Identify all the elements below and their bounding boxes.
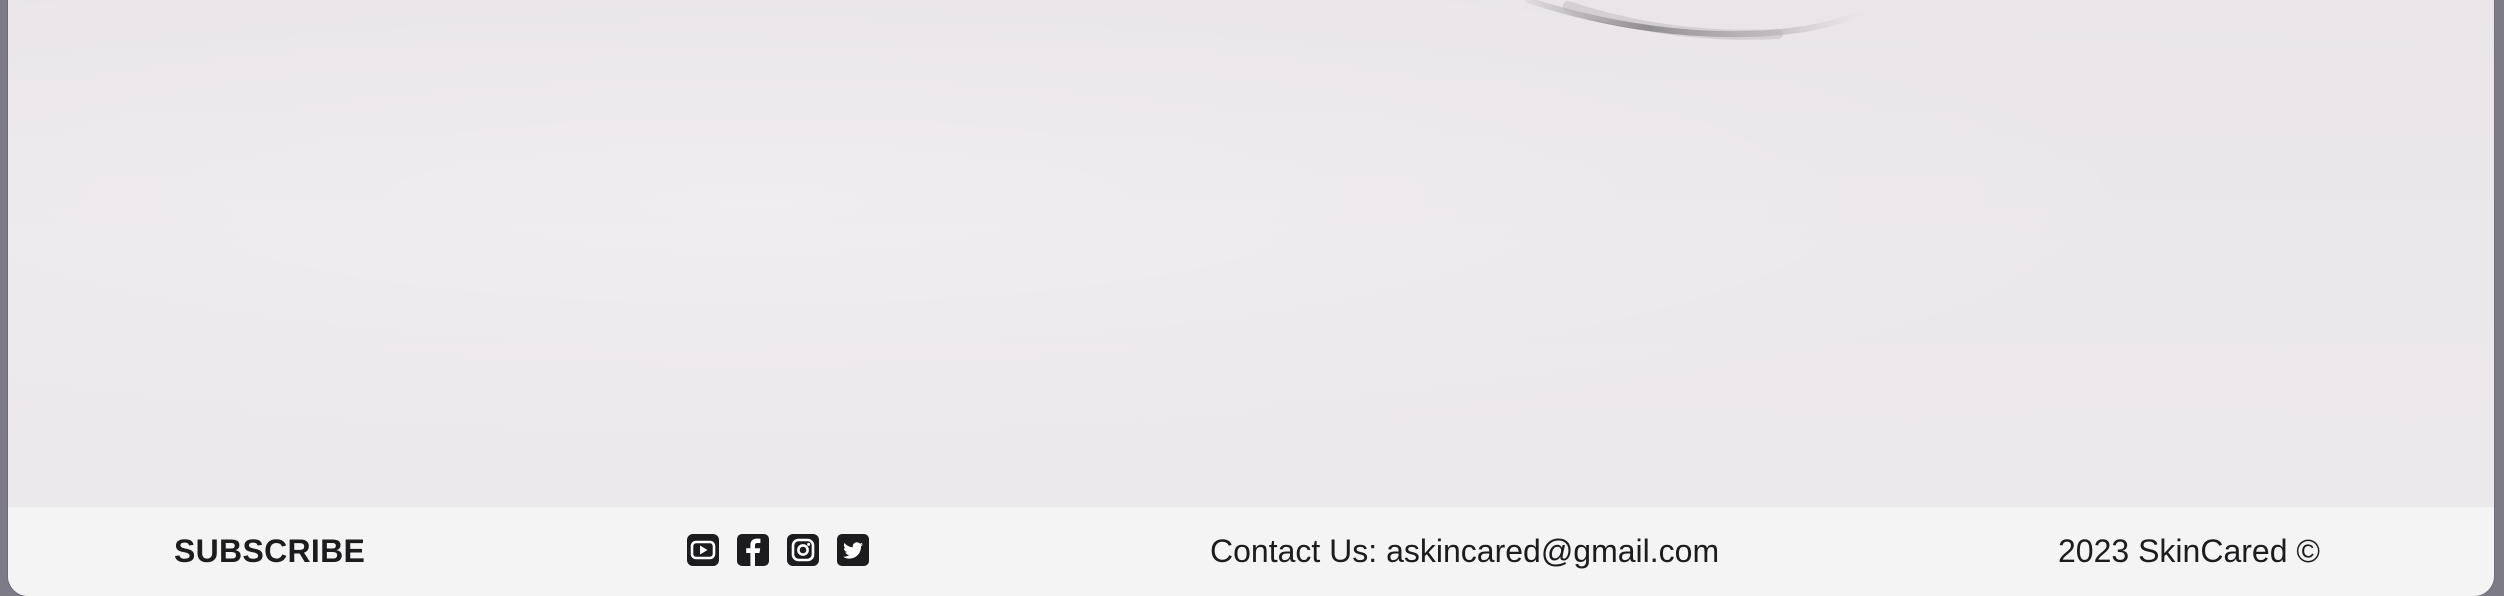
instagram-icon[interactable] xyxy=(786,533,820,567)
twitter-icon[interactable] xyxy=(836,533,870,567)
hero-background-image xyxy=(8,0,2494,507)
youtube-icon[interactable] xyxy=(686,533,720,567)
copyright-notice: 2023 SkinCared © xyxy=(2058,533,2320,569)
contact-info: Contact Us: askincared@gmail.com xyxy=(1210,533,1719,570)
contact-label: Contact Us: xyxy=(1210,533,1387,569)
social-links xyxy=(686,533,870,567)
browser-window: SUBSCRIBE Contact Us: askincared@gmail.c… xyxy=(8,0,2494,596)
subscribe-link[interactable]: SUBSCRIBE xyxy=(174,533,365,570)
site-footer: SUBSCRIBE Contact Us: askincared@gmail.c… xyxy=(8,507,2494,596)
facebook-icon[interactable] xyxy=(736,533,770,567)
cream-swirl-decoration xyxy=(1525,0,1871,40)
contact-email-link[interactable]: askincared@gmail.com xyxy=(1386,533,1719,569)
